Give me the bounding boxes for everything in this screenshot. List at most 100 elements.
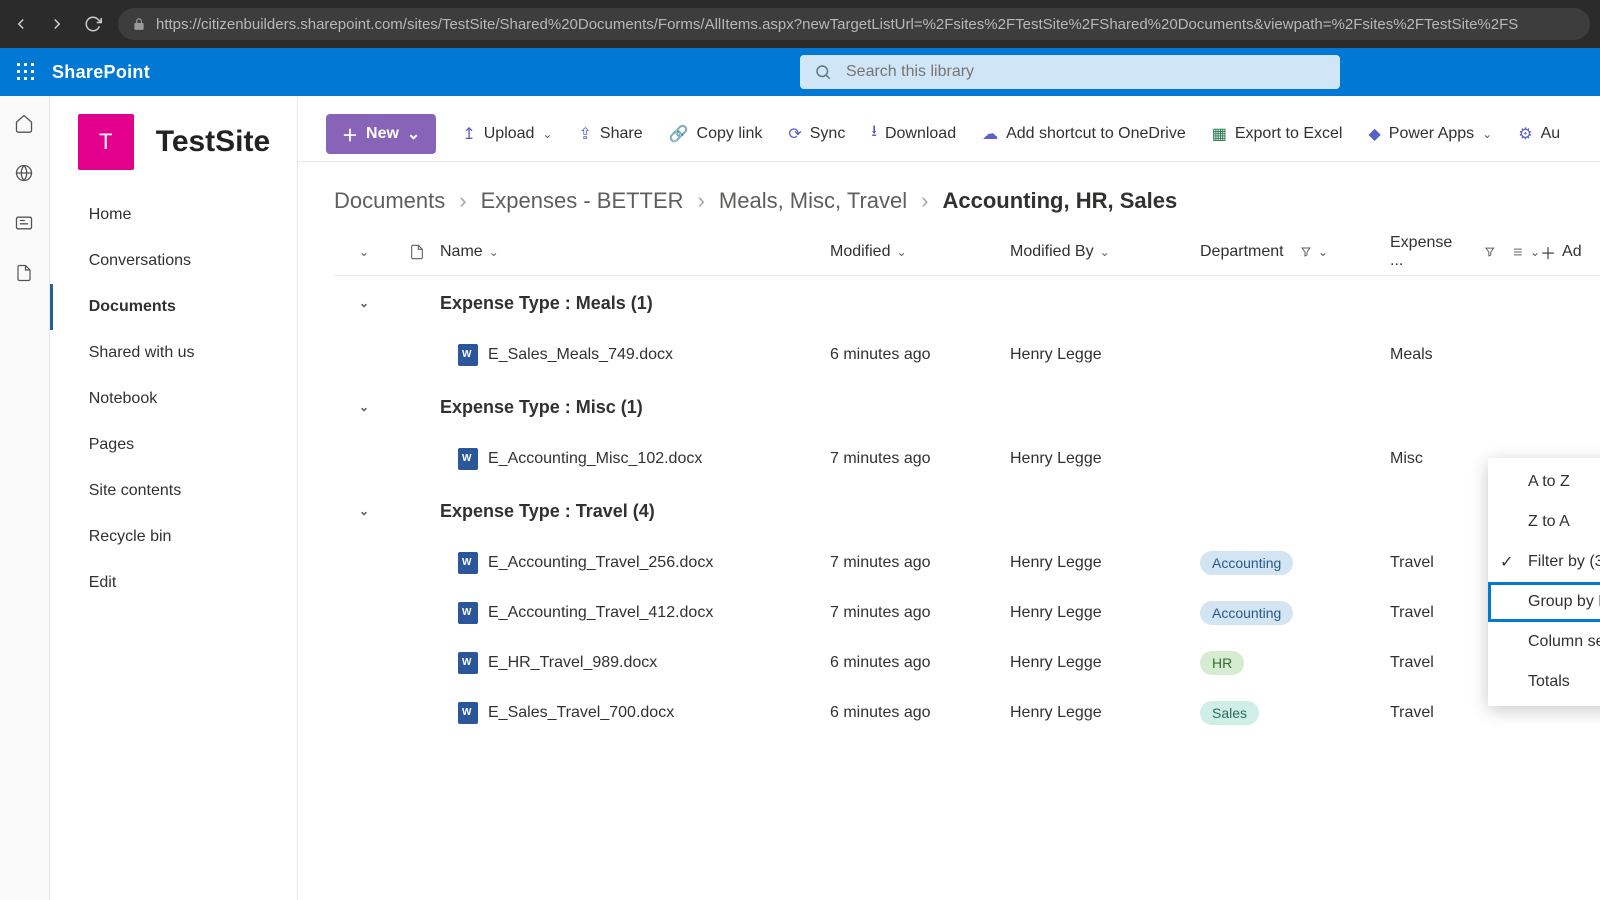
chevron-down-icon[interactable]: ⌄ (359, 245, 369, 259)
chevron-down-icon: ⌄ (1530, 245, 1540, 259)
site-header: T TestSite (50, 96, 297, 188)
site-name[interactable]: TestSite (156, 125, 270, 159)
table-row[interactable]: E_Accounting_Misc_102.docx7 minutes agoH… (334, 434, 1600, 484)
filter-icon (1484, 246, 1496, 258)
department-cell: Accounting (1200, 601, 1390, 625)
table-row[interactable]: E_Sales_Meals_749.docx 6 minutes agoHenry… (334, 330, 1600, 380)
menu-sort-asc[interactable]: A to Z (1488, 462, 1600, 502)
nav-item-site-contents[interactable]: Site contents (50, 468, 297, 514)
table-row[interactable]: E_Sales_Travel_700.docx6 minutes agoHenr… (334, 688, 1600, 738)
browser-chrome: https://citizenbuilders.sharepoint.com/s… (0, 0, 1600, 48)
table-row[interactable]: E_Accounting_Travel_412.docx7 minutes ag… (334, 588, 1600, 638)
nav-item-notebook[interactable]: Notebook (50, 376, 297, 422)
modified-by-cell: Henry Legge (1010, 346, 1200, 364)
nav-item-shared-with-us[interactable]: Shared with us (50, 330, 297, 376)
file-name[interactable]: E_Sales_Meals_749.docx (488, 346, 673, 364)
department-badge: Accounting (1200, 601, 1293, 625)
nav-item-pages[interactable]: Pages (50, 422, 297, 468)
department-badge: Accounting (1200, 551, 1293, 575)
share-button[interactable]: ⇪Share (579, 124, 643, 144)
chevron-right-icon: › (921, 188, 928, 214)
chevron-right-icon: › (459, 188, 466, 214)
export-excel-button[interactable]: ▦Export to Excel (1212, 124, 1343, 144)
site-nav: HomeConversationsDocumentsShared with us… (50, 188, 297, 606)
upload-button[interactable]: ↥Upload⌄ (462, 124, 552, 144)
modified-by-cell: Henry Legge (1010, 654, 1200, 672)
menu-filter-by[interactable]: ✓Filter by (3) (1488, 542, 1600, 582)
check-icon: ✓ (1500, 552, 1513, 572)
download-button[interactable]: ⭳Download (871, 120, 956, 147)
group-row[interactable]: ⌄Expense Type : Travel (4) (334, 484, 1600, 538)
power-apps-button[interactable]: ◆Power Apps⌄ (1368, 124, 1492, 144)
globe-icon[interactable] (13, 162, 35, 184)
modified-by-cell: Henry Legge (1010, 554, 1200, 572)
reload-button[interactable] (82, 13, 104, 35)
group-row[interactable]: ⌄Expense Type : Misc (1) (334, 380, 1600, 434)
header-row: ⌄ Name⌄ Modified⌄ Modified By⌄ Departmen… (334, 228, 1600, 276)
product-name[interactable]: SharePoint (52, 62, 150, 83)
file-name[interactable]: E_Accounting_Misc_102.docx (488, 450, 702, 468)
address-bar[interactable]: https://citizenbuilders.sharepoint.com/s… (118, 8, 1590, 40)
word-file-icon (458, 448, 478, 470)
column-modified[interactable]: Modified⌄ (830, 243, 1010, 261)
file-name[interactable]: E_HR_Travel_989.docx (488, 654, 657, 672)
files-icon[interactable] (13, 262, 35, 284)
file-name[interactable]: E_Accounting_Travel_412.docx (488, 604, 713, 622)
column-context-menu: A to Z Z to A ✓Filter by (3) Group by De… (1488, 458, 1600, 706)
table-row[interactable]: E_Accounting_Travel_256.docx7 minutes ag… (334, 538, 1600, 588)
excel-icon: ▦ (1212, 124, 1227, 144)
home-icon[interactable] (13, 112, 35, 134)
news-icon[interactable] (13, 212, 35, 234)
sync-button[interactable]: ⟳Sync (788, 124, 845, 144)
modified-by-cell: Henry Legge (1010, 604, 1200, 622)
chevron-down-icon[interactable]: ⌄ (359, 504, 369, 518)
menu-group-by[interactable]: Group by Department (1488, 582, 1600, 622)
file-name[interactable]: E_Accounting_Travel_256.docx (488, 554, 713, 572)
breadcrumb: Documents › Expenses - BETTER › Meals, M… (298, 162, 1600, 218)
nav-item-home[interactable]: Home (50, 192, 297, 238)
copy-link-button[interactable]: 🔗Copy link (669, 124, 763, 144)
back-button[interactable] (10, 13, 32, 35)
waffle-icon (17, 63, 35, 81)
add-column[interactable]: ＋Ad (1540, 240, 1600, 264)
search-input[interactable] (846, 63, 1326, 81)
column-department[interactable]: Department ⌄ (1200, 243, 1390, 261)
breadcrumb-item[interactable]: Meals, Misc, Travel (719, 188, 907, 214)
nav-item-conversations[interactable]: Conversations (50, 238, 297, 284)
plus-icon: ＋ (1540, 240, 1556, 264)
file-name[interactable]: E_Sales_Travel_700.docx (488, 704, 674, 722)
menu-sort-desc[interactable]: Z to A (1488, 502, 1600, 542)
column-expense-type[interactable]: Expense ... ⌄ (1390, 234, 1540, 270)
upload-icon: ↥ (462, 124, 475, 144)
chevron-down-icon[interactable]: ⌄ (359, 400, 369, 414)
nav-item-documents[interactable]: Documents (50, 284, 297, 330)
column-name[interactable]: Name⌄ (440, 243, 830, 261)
nav-item-recycle-bin[interactable]: Recycle bin (50, 514, 297, 560)
breadcrumb-item[interactable]: Expenses - BETTER (481, 188, 684, 214)
app-rail (0, 96, 50, 900)
nav-item-edit[interactable]: Edit (50, 560, 297, 606)
grouped-icon (1512, 246, 1524, 258)
modified-cell: 6 minutes ago (830, 346, 1010, 364)
lock-icon (132, 17, 146, 31)
modified-cell: 7 minutes ago (830, 450, 1010, 468)
department-cell: Sales (1200, 701, 1390, 725)
chevron-down-icon[interactable]: ⌄ (359, 296, 369, 310)
plus-icon: ＋ (342, 122, 358, 146)
app-launcher[interactable] (0, 48, 52, 96)
menu-totals[interactable]: Totals› (1488, 662, 1600, 702)
automate-button[interactable]: ⚙Au (1518, 124, 1560, 144)
group-row[interactable]: ⌄Expense Type : Meals (1) (334, 276, 1600, 330)
table-row[interactable]: E_HR_Travel_989.docx6 minutes agoHenry L… (334, 638, 1600, 688)
column-modified-by[interactable]: Modified By⌄ (1010, 243, 1200, 261)
download-icon: ⭳ (871, 120, 877, 147)
new-button[interactable]: ＋New⌄ (326, 114, 436, 154)
add-shortcut-button[interactable]: ☁Add shortcut to OneDrive (982, 124, 1186, 144)
breadcrumb-item[interactable]: Documents (334, 188, 445, 214)
suite-header: SharePoint (0, 48, 1600, 96)
search-box[interactable] (800, 55, 1340, 89)
site-logo[interactable]: T (78, 114, 134, 170)
menu-column-settings[interactable]: Column settings› (1488, 622, 1600, 662)
forward-button[interactable] (46, 13, 68, 35)
word-file-icon (458, 344, 478, 366)
